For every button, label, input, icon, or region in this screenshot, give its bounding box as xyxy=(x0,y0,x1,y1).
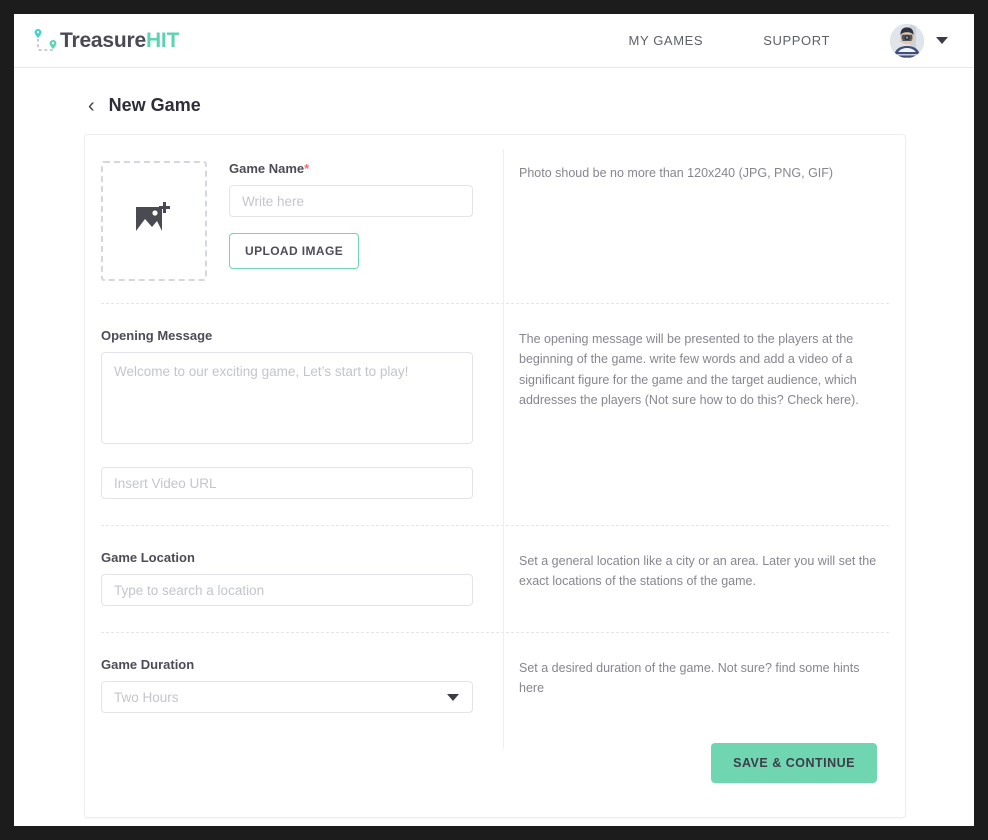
save-and-continue-button[interactable]: SAVE & CONTINUE xyxy=(711,743,877,783)
page-title: New Game xyxy=(108,95,201,115)
opening-message-helper-text: The opening message will be presented to… xyxy=(519,332,859,407)
game-name-label: Game Name* xyxy=(229,161,310,176)
nav-links: MY GAMES SUPPORT xyxy=(629,23,974,58)
image-dropzone[interactable] xyxy=(101,161,207,281)
nav-my-games[interactable]: MY GAMES xyxy=(629,33,704,48)
page-header: ‹ New Game xyxy=(88,95,974,116)
section-game-duration: Game Duration Two Hours Set a desired du… xyxy=(85,633,905,717)
section-opening-message: Opening Message The opening message will… xyxy=(85,304,905,525)
chevron-down-icon[interactable] xyxy=(936,37,948,44)
game-location-input[interactable] xyxy=(101,574,473,606)
opening-message-label: Opening Message xyxy=(101,328,213,343)
add-image-icon xyxy=(132,199,176,244)
dashed-route-map-pins-icon xyxy=(30,27,60,55)
section-game-image: Game Name* UPLOAD IMAGE Photo shoud be n… xyxy=(85,135,905,303)
game-location-helper-text: Set a general location like a city or an… xyxy=(519,554,877,589)
brand-name-main: Treasure xyxy=(60,28,146,52)
nav-support[interactable]: SUPPORT xyxy=(763,33,830,48)
avatar[interactable] xyxy=(890,23,924,58)
section-game-location: Game Location Set a general location lik… xyxy=(85,526,905,632)
brand-name-accent: HIT xyxy=(145,28,180,52)
game-duration-helper-text: Set a desired duration of the game. Not … xyxy=(519,661,860,696)
upload-image-button[interactable]: UPLOAD IMAGE xyxy=(229,233,360,269)
top-navigation-bar: TreasureHIT MY GAMES SUPPORT xyxy=(14,14,974,68)
image-helper-text: Photo shoud be no more than 120x240 (JPG… xyxy=(519,166,834,180)
brand-logo[interactable]: TreasureHIT xyxy=(30,27,179,55)
brand-name: TreasureHIT xyxy=(60,29,179,53)
required-asterisk: * xyxy=(304,161,310,176)
game-location-label: Game Location xyxy=(101,550,195,565)
back-button[interactable]: ‹ xyxy=(88,96,95,116)
app-window: TreasureHIT MY GAMES SUPPORT ‹ New Game … xyxy=(14,14,974,826)
opening-message-textarea[interactable] xyxy=(101,352,473,444)
game-name-input[interactable] xyxy=(229,185,473,217)
video-url-input[interactable] xyxy=(101,467,473,499)
new-game-form-card: Game Name* UPLOAD IMAGE Photo shoud be n… xyxy=(84,134,906,818)
form-actions: SAVE & CONTINUE xyxy=(85,717,905,783)
game-duration-label: Game Duration xyxy=(101,657,195,672)
game-duration-select[interactable]: Two Hours xyxy=(101,681,473,713)
